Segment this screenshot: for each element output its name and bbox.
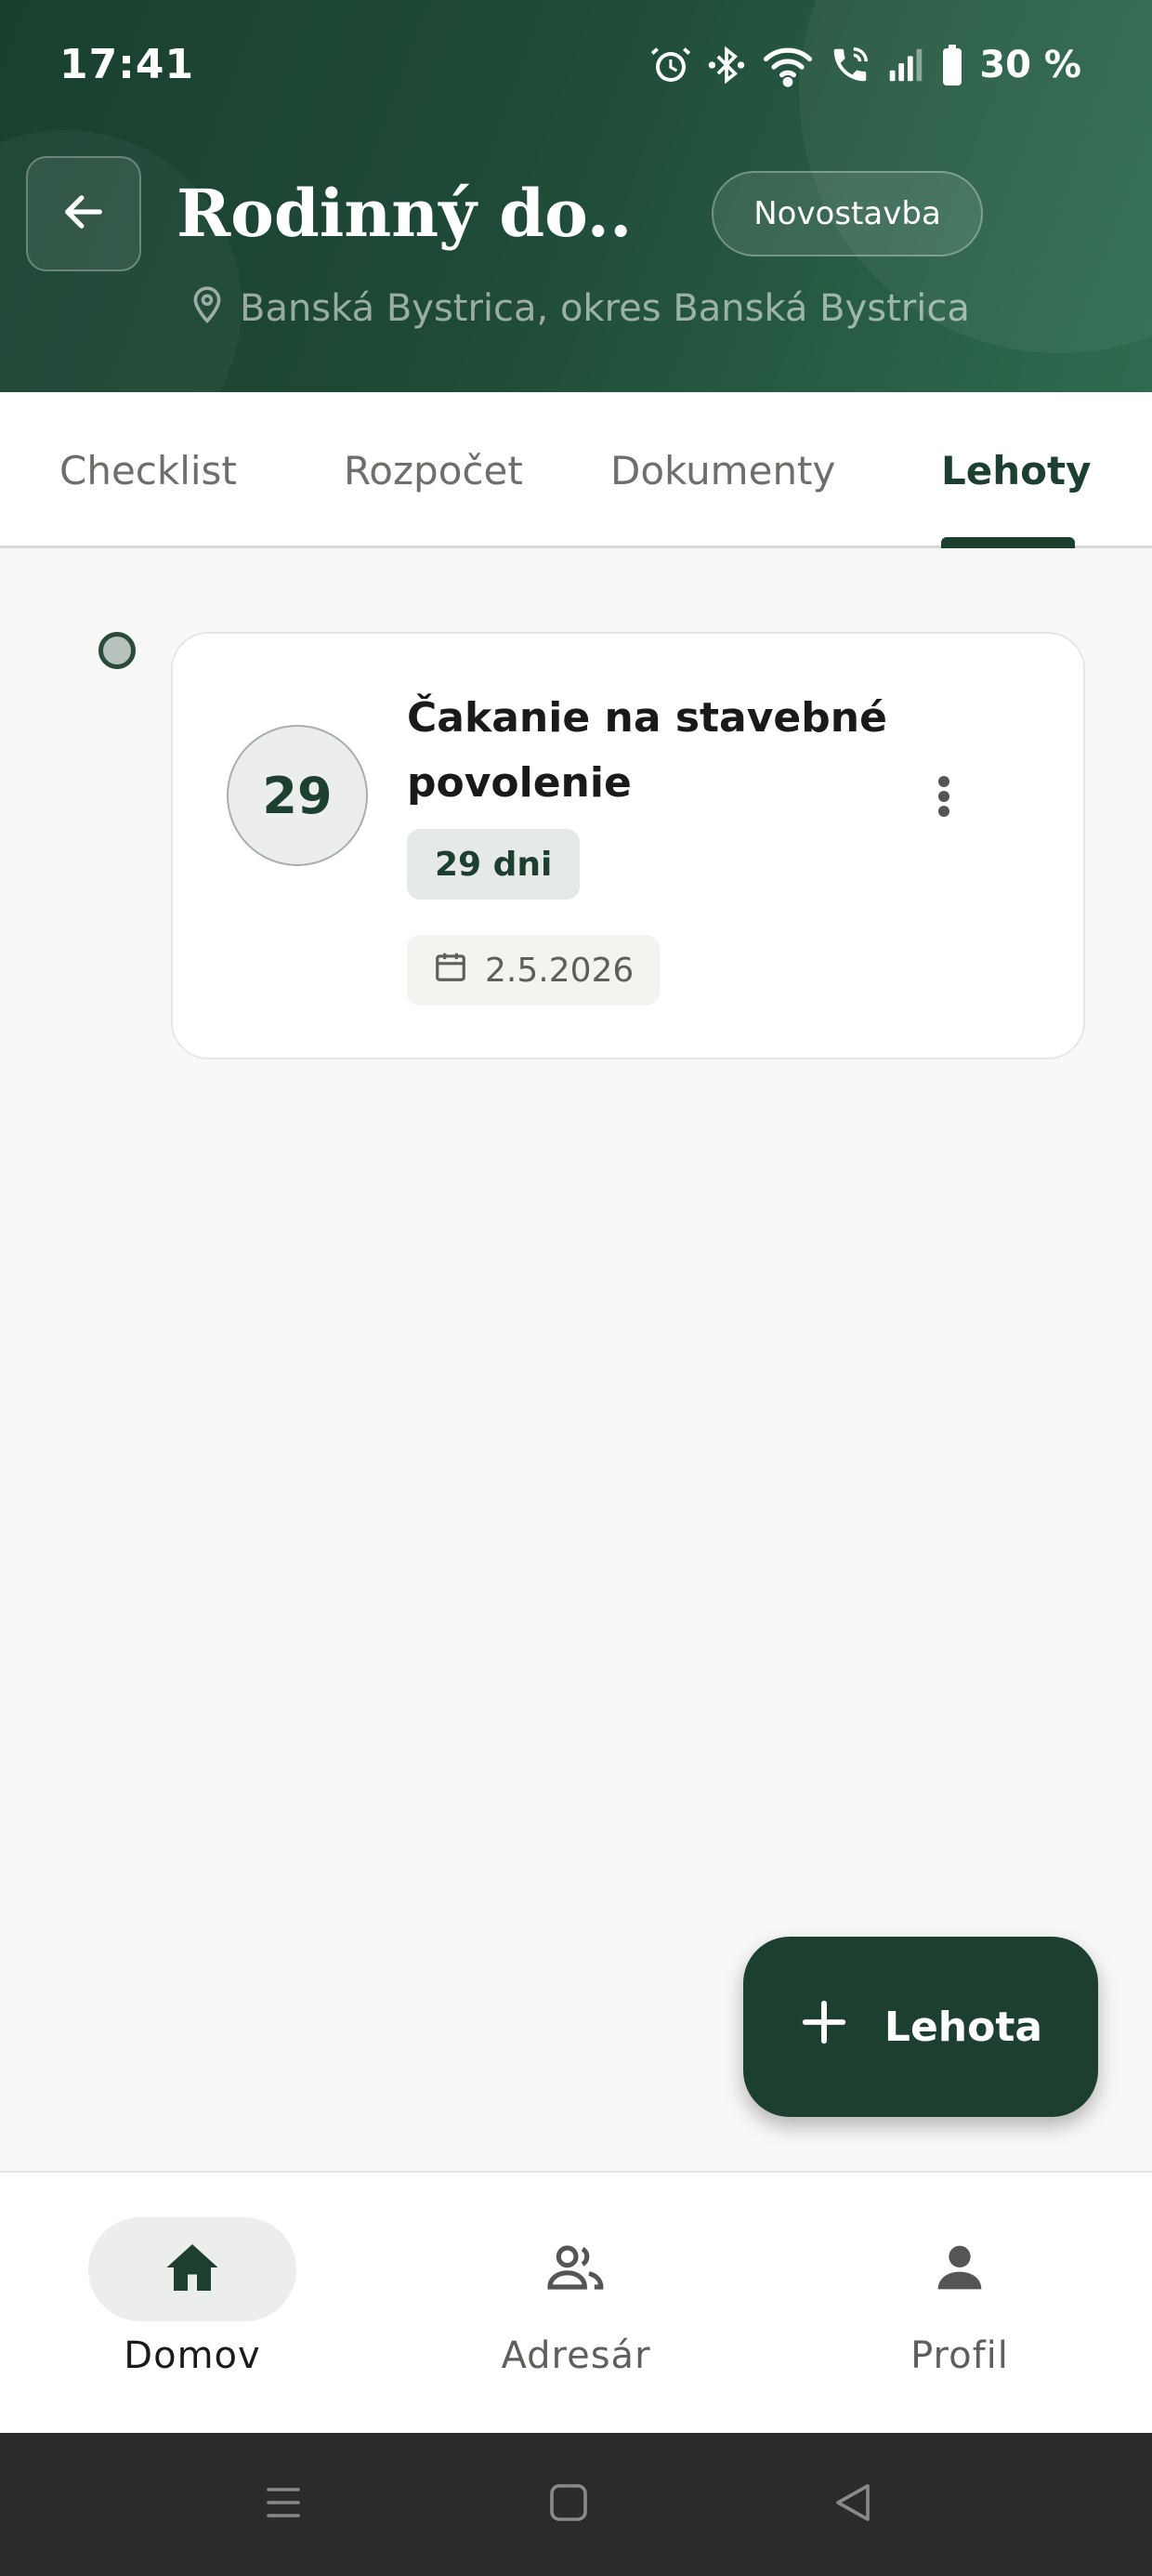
active-tab-indicator	[941, 537, 1075, 548]
days-remaining-circle: 29	[227, 725, 368, 866]
home-system-button[interactable]	[513, 2433, 624, 2576]
nav-pill	[856, 2217, 1064, 2321]
project-type-badge: Novostavba	[712, 171, 983, 256]
status-bar: 17:41 30 %	[0, 0, 1152, 139]
home-icon	[164, 2241, 220, 2297]
plus-icon	[799, 1997, 849, 2057]
battery-icon	[940, 43, 964, 87]
nav-active-pill	[88, 2217, 296, 2321]
project-title: Rodinný do...	[177, 175, 632, 252]
tab-dokumenty[interactable]: Dokumenty	[610, 392, 835, 548]
system-navigation-bar	[0, 2433, 1152, 2576]
battery-percentage: 30 %	[979, 44, 1081, 86]
deadline-card[interactable]: 29 Čakanie na stavebné povolenie 29 dni …	[171, 632, 1085, 1059]
deadline-date: 2.5.2026	[485, 951, 635, 990]
square-icon	[546, 2480, 591, 2529]
tab-rozpocet[interactable]: Rozpočet	[344, 392, 523, 548]
deadline-title: Čakanie na stavebné povolenie	[407, 694, 887, 807]
tab-checklist[interactable]: Checklist	[59, 392, 237, 548]
contacts-icon	[545, 2241, 607, 2297]
status-icons: 30 %	[648, 41, 1081, 89]
timeline-dot	[98, 632, 136, 669]
nav-pill	[472, 2217, 680, 2321]
nav-item-adresar[interactable]: Adresár	[437, 2173, 715, 2435]
location-text: Banská Bystrica, okres Banská Bystrica	[240, 287, 970, 330]
bottom-navigation: Domov Adresár Profil	[0, 2171, 1152, 2433]
days-remaining-badge: 29 dni	[407, 829, 581, 900]
add-deadline-label: Lehota	[884, 2003, 1043, 2051]
wifi-icon	[760, 43, 816, 87]
nav-item-domov[interactable]: Domov	[53, 2173, 332, 2435]
wifi-call-icon	[829, 43, 871, 87]
location-pin-icon	[191, 284, 223, 333]
status-time: 17:41	[59, 41, 195, 88]
recent-apps-button[interactable]	[228, 2433, 339, 2576]
deadline-date-chip: 2.5.2026	[407, 935, 661, 1005]
project-header: 17:41 30 % Rodinný do... Novostavba Bans…	[0, 0, 1152, 392]
person-icon	[934, 2241, 986, 2297]
bluetooth-icon	[706, 43, 747, 87]
alarm-icon	[648, 43, 693, 87]
project-location: Banská Bystrica, okres Banská Bystrica	[191, 284, 970, 333]
more-vert-icon	[936, 774, 951, 822]
arrow-left-icon	[59, 188, 108, 240]
tab-lehoty[interactable]: Lehoty	[941, 392, 1091, 548]
add-deadline-button[interactable]: Lehota	[743, 1937, 1098, 2117]
signal-icon	[884, 44, 927, 86]
triangle-back-icon	[831, 2480, 875, 2529]
nav-label-profil: Profil	[910, 2334, 1009, 2377]
back-button[interactable]	[26, 156, 141, 271]
more-options-button[interactable]	[925, 766, 962, 831]
back-system-button[interactable]	[797, 2433, 909, 2576]
calendar-icon	[433, 948, 468, 993]
nav-label-domov: Domov	[124, 2334, 261, 2377]
menu-lines-icon	[261, 2480, 306, 2529]
nav-item-profil[interactable]: Profil	[820, 2173, 1099, 2435]
nav-label-adresar: Adresár	[501, 2334, 651, 2377]
tab-bar: Checklist Rozpočet Dokumenty Lehoty	[0, 392, 1152, 548]
